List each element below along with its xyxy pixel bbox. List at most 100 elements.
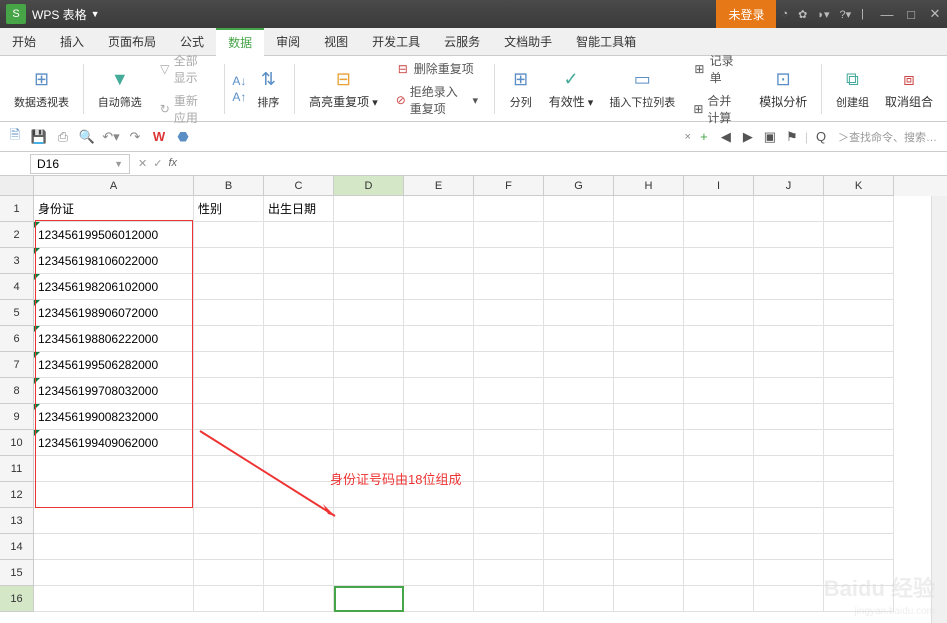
cell-E3[interactable] (404, 248, 474, 274)
cell-K12[interactable] (824, 482, 894, 508)
cell-J14[interactable] (754, 534, 824, 560)
cell-J12[interactable] (754, 482, 824, 508)
help-icon[interactable]: ?▾ (835, 8, 857, 21)
cell-A5[interactable]: 123456198906072000 (34, 300, 194, 326)
cell-A14[interactable] (34, 534, 194, 560)
cell-E16[interactable] (404, 586, 474, 612)
cell-K5[interactable] (824, 300, 894, 326)
row-header-14[interactable]: 14 (0, 534, 34, 560)
plus-icon[interactable]: + (695, 128, 713, 146)
cell-J16[interactable] (754, 586, 824, 612)
whatif-button[interactable]: ⊡ 模拟分析 (753, 60, 813, 118)
cell-I6[interactable] (684, 326, 754, 352)
select-all-corner[interactable] (0, 176, 34, 196)
cell-C14[interactable] (264, 534, 334, 560)
cell-F12[interactable] (474, 482, 544, 508)
cell-B14[interactable] (194, 534, 264, 560)
cell-A8[interactable]: 123456199708032000 (34, 378, 194, 404)
cell-E15[interactable] (404, 560, 474, 586)
cell-D16[interactable] (334, 586, 404, 612)
cell-F15[interactable] (474, 560, 544, 586)
cell-K6[interactable] (824, 326, 894, 352)
skin-icon[interactable]: ◗▾ (812, 8, 834, 21)
flag-icon[interactable]: ⚑ (783, 128, 801, 146)
row-header-7[interactable]: 7 (0, 352, 34, 378)
col-header-E[interactable]: E (404, 176, 474, 196)
cell-C7[interactable] (264, 352, 334, 378)
row-header-11[interactable]: 11 (0, 456, 34, 482)
cell-D5[interactable] (334, 300, 404, 326)
search-input[interactable]: ＞查找命令、搜索… (834, 129, 941, 145)
cell-A2[interactable]: 123456199506012000 (34, 222, 194, 248)
cell-H2[interactable] (614, 222, 684, 248)
cell-C15[interactable] (264, 560, 334, 586)
row-header-15[interactable]: 15 (0, 560, 34, 586)
cell-G14[interactable] (544, 534, 614, 560)
cell-D15[interactable] (334, 560, 404, 586)
menu-文档助手[interactable]: 文档助手 (492, 28, 564, 56)
row-header-1[interactable]: 1 (0, 196, 34, 222)
cell-G16[interactable] (544, 586, 614, 612)
app-dropdown-icon[interactable]: ▼ (91, 9, 100, 19)
cube-icon[interactable]: ⬣ (174, 128, 192, 146)
cell-G3[interactable] (544, 248, 614, 274)
menu-智能工具箱[interactable]: 智能工具箱 (564, 28, 648, 56)
cell-A7[interactable]: 123456199506282000 (34, 352, 194, 378)
vertical-scrollbar[interactable] (931, 196, 947, 623)
highlight-dup-button[interactable]: ⊟ 高亮重复项 ▾ (303, 60, 384, 118)
cell-J13[interactable] (754, 508, 824, 534)
cell-H4[interactable] (614, 274, 684, 300)
col-header-B[interactable]: B (194, 176, 264, 196)
cell-J8[interactable] (754, 378, 824, 404)
row-header-16[interactable]: 16 (0, 586, 34, 612)
col-header-G[interactable]: G (544, 176, 614, 196)
cell-F5[interactable] (474, 300, 544, 326)
menu-开发工具[interactable]: 开发工具 (360, 28, 432, 56)
cell-B2[interactable] (194, 222, 264, 248)
cell-E13[interactable] (404, 508, 474, 534)
cell-E10[interactable] (404, 430, 474, 456)
cell-F7[interactable] (474, 352, 544, 378)
cell-H9[interactable] (614, 404, 684, 430)
settings-icon[interactable]: ✿ (793, 8, 812, 21)
cell-G5[interactable] (544, 300, 614, 326)
cell-D6[interactable] (334, 326, 404, 352)
cell-J2[interactable] (754, 222, 824, 248)
cell-H10[interactable] (614, 430, 684, 456)
ungroup-button[interactable]: ⧈ 取消组合 (879, 60, 939, 118)
cell-I8[interactable] (684, 378, 754, 404)
cell-B15[interactable] (194, 560, 264, 586)
print-icon[interactable]: ⎙ (54, 128, 72, 146)
cell-G13[interactable] (544, 508, 614, 534)
cell-F1[interactable] (474, 196, 544, 222)
cell-J1[interactable] (754, 196, 824, 222)
cell-F6[interactable] (474, 326, 544, 352)
split-button[interactable]: ⊞ 分列 (503, 60, 539, 118)
row-header-13[interactable]: 13 (0, 508, 34, 534)
cell-G7[interactable] (544, 352, 614, 378)
name-box[interactable]: D16▼ (30, 154, 130, 174)
menu-插入[interactable]: 插入 (48, 28, 96, 56)
cell-I15[interactable] (684, 560, 754, 586)
cell-K10[interactable] (824, 430, 894, 456)
cell-H15[interactable] (614, 560, 684, 586)
cell-H1[interactable] (614, 196, 684, 222)
preview-icon[interactable]: 🔍 (78, 128, 96, 146)
cell-A6[interactable]: 123456198806222000 (34, 326, 194, 352)
cell-F9[interactable] (474, 404, 544, 430)
cell-G12[interactable] (544, 482, 614, 508)
cell-G9[interactable] (544, 404, 614, 430)
cell-A9[interactable]: 123456199008232000 (34, 404, 194, 430)
cell-J15[interactable] (754, 560, 824, 586)
sync-icon[interactable]: ◔ (776, 8, 793, 20)
menu-视图[interactable]: 视图 (312, 28, 360, 56)
cell-I1[interactable] (684, 196, 754, 222)
dropdown-button[interactable]: ▭ 插入下拉列表 (603, 60, 681, 118)
cell-K8[interactable] (824, 378, 894, 404)
validity-button[interactable]: ✓ 有效性 ▾ (543, 60, 600, 118)
col-header-C[interactable]: C (264, 176, 334, 196)
cell-B8[interactable] (194, 378, 264, 404)
minimize-button[interactable]: — (875, 0, 899, 28)
undo-icon[interactable]: ↶▾ (102, 128, 120, 146)
cell-A3[interactable]: 123456198106022000 (34, 248, 194, 274)
